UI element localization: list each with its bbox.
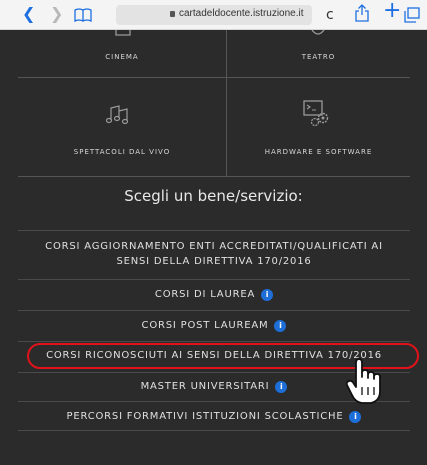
list-item-corsi-di-laurea[interactable]: CORSI DI LAUREA i — [18, 279, 410, 309]
category-teatro[interactable]: TEATRO — [227, 30, 410, 77]
share-icon[interactable] — [355, 4, 369, 22]
reload-icon[interactable]: c — [326, 5, 334, 25]
info-icon[interactable]: i — [349, 411, 362, 423]
grid-divider-bottom — [18, 176, 410, 177]
list-item-corsi-aggiornamento[interactable]: CORSI AGGIORNAMENTO ENTI ACCREDITATI/QUA… — [18, 230, 410, 278]
category-label: CINEMA — [105, 53, 139, 61]
cinema-icon — [115, 30, 131, 36]
category-label: HARDWARE E SOFTWARE — [264, 148, 373, 156]
item-label: CORSI DI LAUREA — [154, 289, 256, 300]
theater-icon — [311, 30, 325, 35]
item-label: PERCORSI FORMATIVI ISTITUZIONI SCOLASTIC… — [66, 411, 344, 422]
category-label: SPETTACOLI DAL VIVO — [73, 148, 171, 156]
item-label-line2: SENSI DELLA DIRETTIVA 170/2016 — [116, 256, 312, 267]
category-cinema[interactable]: CINEMA — [18, 30, 226, 77]
item-label: MASTER UNIVERSITARI — [140, 381, 270, 392]
section-heading: Scegli un bene/servizio: — [124, 187, 303, 205]
url-text: cartadeldocente.istruzione.it — [179, 8, 304, 19]
address-bar[interactable]: cartadeldocente.istruzione.it — [116, 5, 312, 25]
category-hardware[interactable]: HARDWARE E SOFTWARE — [227, 78, 410, 176]
computer-gears-icon — [303, 100, 329, 127]
tabs-icon[interactable] — [404, 7, 420, 23]
music-notes-icon — [106, 105, 129, 125]
info-icon[interactable]: i — [275, 381, 288, 393]
forward-icon[interactable]: ❯ — [50, 4, 63, 24]
bookmarks-icon[interactable] — [74, 8, 92, 22]
info-icon[interactable]: i — [261, 289, 274, 301]
category-label: TEATRO — [301, 53, 336, 61]
list-item-percorsi-formativi[interactable]: PERCORSI FORMATIVI ISTITUZIONI SCOLASTIC… — [18, 401, 410, 431]
category-spettacoli[interactable]: SPETTACOLI DAL VIVO — [18, 78, 226, 176]
lock-icon — [170, 11, 175, 17]
item-label: CORSI POST LAUREAM — [141, 320, 269, 331]
hand-cursor-icon — [345, 358, 381, 404]
new-tab-icon[interactable]: + — [383, 0, 401, 22]
browser-toolbar: ❮ ❯ cartadeldocente.istruzione.it c + — [0, 0, 427, 30]
list-item-corsi-post-lauream[interactable]: CORSI POST LAUREAM i — [18, 310, 410, 340]
info-icon[interactable]: i — [274, 320, 287, 332]
back-icon[interactable]: ❮ — [22, 4, 35, 24]
item-label-line1: CORSI AGGIORNAMENTO ENTI ACCREDITATI/QUA… — [45, 241, 383, 252]
